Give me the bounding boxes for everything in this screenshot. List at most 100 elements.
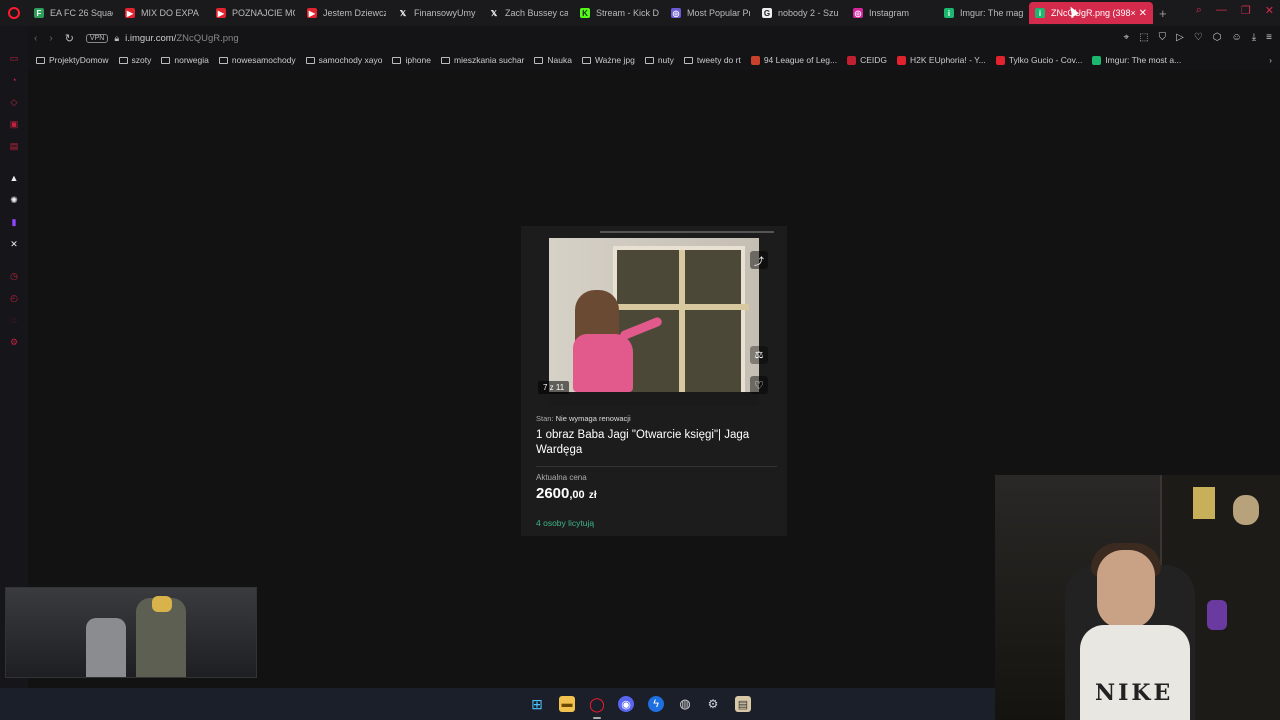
bookmark-6[interactable]: mieszkania suchar [441,55,524,65]
tab-favicon-icon: ◎ [671,8,681,18]
tab-10[interactable]: i Imgur: The mag [938,2,1029,24]
history-icon[interactable]: ◷ [8,270,20,282]
tab-7[interactable]: ◎ Most Popular Pr [665,2,756,24]
folder-icon [161,56,171,64]
tab-9[interactable]: ◎ Instagram [847,2,938,24]
tab-favicon-icon: 𝕏 [489,8,499,18]
bookmark-2[interactable]: norwegia [161,55,209,65]
twitch-icon[interactable]: ▮ [8,216,20,228]
opera-taskbar-icon[interactable]: ◯ [589,696,605,712]
tab-favicon-icon: G [762,8,772,18]
settings-gear-icon[interactable]: ⚙ [8,336,20,348]
bookmark-10[interactable]: tweety do rt [683,55,741,65]
aria-ai-icon[interactable]: ▲ [8,172,20,184]
file-explorer-icon[interactable]: ▬ [559,696,575,712]
extensions-icon[interactable]: ⬡ [1213,32,1222,43]
bookmark-15[interactable]: Imgur: The most a... [1092,55,1181,65]
site-favicon-icon [897,55,907,65]
tab-5[interactable]: 𝕏 Zach Bussey ca [483,2,574,24]
tab-active[interactable]: i ZNcQUgR.png (398× ✕ [1029,2,1153,24]
obs-icon[interactable]: ◍ [677,696,693,712]
gallery-progress-bar [600,231,774,233]
share-icon: ⤴ [750,251,768,269]
bookmark-label: H2K EUphoria! - Y... [910,55,986,65]
search-tabs-icon[interactable]: ⌕ [1196,4,1202,17]
back-button[interactable]: ‹ [34,33,37,44]
tab-8[interactable]: Gnobody 2 - Szu [756,2,847,24]
person-body [573,334,633,392]
maximize-button[interactable]: ❐ [1241,4,1251,17]
url-field[interactable]: i.imgur.com/ZNcQUgR.png [125,33,239,44]
aria-icon[interactable]: ◔ [8,74,20,86]
chatgpt-icon[interactable]: ✺ [8,194,20,206]
wallet-icon[interactable]: ◇ [8,96,20,108]
pin-icon[interactable]: ⌖ [1124,32,1130,43]
bookmark-label: samochody xayo [318,55,383,65]
bookmarks-overflow-icon[interactable]: › [1269,55,1272,65]
app-icon[interactable]: ▤ [735,696,751,712]
folder-icon [305,56,315,64]
windows-start-icon[interactable]: ⊞ [529,696,545,712]
reload-button[interactable]: ↻ [65,32,74,45]
discord-icon[interactable]: ◉ [618,696,634,712]
profile-icon[interactable]: ☺ [1232,32,1242,43]
player-icon[interactable]: ▷ [1176,32,1184,43]
site-favicon-icon [995,55,1005,65]
bookmark-label: Nauka [547,55,572,65]
shield-icon[interactable]: ⛉ [1159,32,1167,43]
bookmark-1[interactable]: szoty [118,55,152,65]
bookmark-8[interactable]: Ważne jpg [581,55,635,65]
forward-button[interactable]: › [49,33,52,44]
bookmark-5[interactable]: iphone [392,55,431,65]
bookmark-0[interactable]: ProjektyDomow [36,55,109,65]
tab-3[interactable]: ▶ Jestem Dziewczy [301,2,392,24]
bookmark-4[interactable]: samochody xayo [305,55,383,65]
figurine [1207,600,1227,630]
close-tab-icon[interactable]: ✕ [1139,8,1147,19]
tab-0[interactable]: F EA FC 26 Squad [28,2,119,24]
clock-icon[interactable]: ◴ [8,292,20,304]
tab-1[interactable]: ▶ MIX DO EXPA [119,2,210,24]
speed-dial-icon[interactable]: ▭ [8,52,20,64]
bookmark-9[interactable]: nuty [644,55,674,65]
bookmark-3[interactable]: nowesamochody [218,55,296,65]
download-icon[interactable]: ⤓ [1252,32,1256,43]
new-tab-button[interactable]: + [1159,6,1167,21]
folder-icon [534,56,544,64]
folder-icon [218,56,228,64]
minimize-button[interactable]: — [1216,4,1227,17]
vpn-badge[interactable]: VPN [85,33,109,43]
messenger-icon[interactable]: ▣ [8,118,20,130]
bookmark-13[interactable]: H2K EUphoria! - Y... [897,55,986,65]
mail-icon[interactable]: ▤ [8,140,20,152]
tab-title: Imgur: The mag [960,8,1023,18]
bookmark-11[interactable]: 94 League of Leg... [750,55,837,65]
condition-line: Stan: Nie wymaga renowacji [536,414,631,423]
x-icon[interactable]: ✕ [8,238,20,250]
tab-6[interactable]: K Stream - Kick D [574,2,665,24]
screen: F EA FC 26 Squad ▶ MIX DO EXPA ▶ POZNAJCIE MO… [0,0,1280,720]
webcam-overlay: NIKE [995,475,1280,720]
opera-menu-button[interactable] [0,0,28,26]
bookmark-label: szoty [131,55,152,65]
imgur-favicon-icon: i [1035,8,1045,18]
tab-4[interactable]: 𝕏 FinansowyUmy [392,2,483,24]
snapshot-icon[interactable]: ⬚ [1139,32,1148,43]
lock-icon[interactable]: 🔒︎ [114,33,119,44]
close-window-button[interactable]: ✕ [1265,4,1274,17]
heart-icon[interactable]: ♡ [1194,32,1203,43]
url-host: i.imgur.com/ [125,32,177,44]
tab-title: EA FC 26 Squad [50,8,113,18]
tab-2[interactable]: ▶ POZNAJCIE MOJ [210,2,301,24]
bookmark-12[interactable]: CEIDG [847,55,887,65]
bookmark-14[interactable]: Tylko Gucio - Cov... [995,55,1082,65]
streamer-head [1097,550,1155,628]
bookmark-7[interactable]: Nauka [534,55,572,65]
steam-icon[interactable]: ⚙ [705,696,721,712]
chat-icon[interactable]: ◌ [8,314,20,326]
compare-icon: ⚖ [750,346,768,364]
messenger-taskbar-icon[interactable]: ϟ [648,696,664,712]
easy-setup-icon[interactable]: ≡ [1266,32,1272,43]
tab-favicon-icon: ▶ [216,8,226,18]
active-app-indicator [593,717,601,719]
